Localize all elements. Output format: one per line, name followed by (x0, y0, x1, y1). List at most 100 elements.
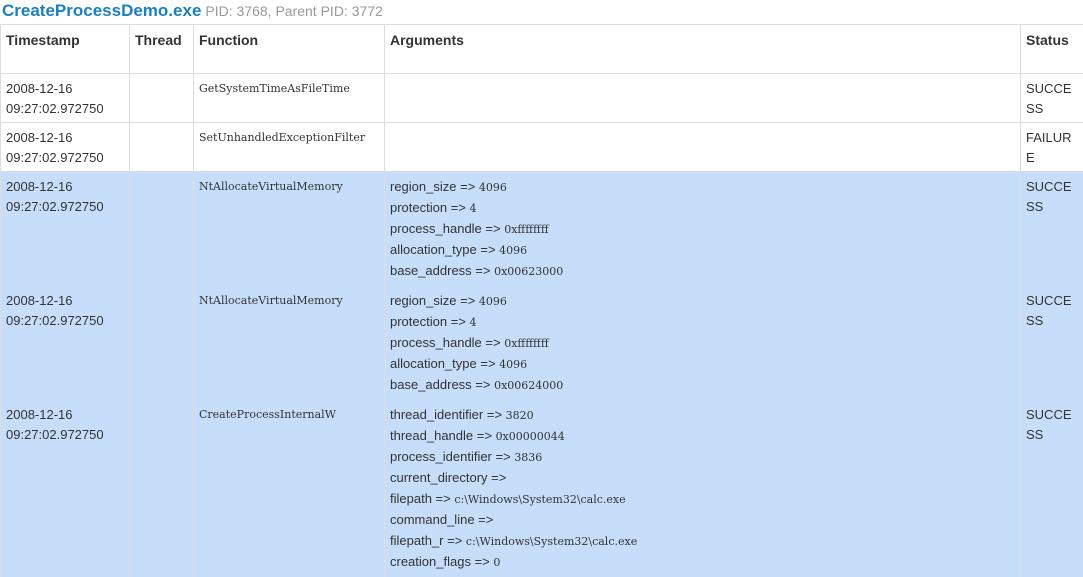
argument-value: 3820 (505, 409, 534, 422)
argument-line: process_handle => 0xffffffff (390, 333, 1015, 354)
process-header: CreateProcessDemo.exe PID: 3768, Parent P… (0, 0, 1083, 24)
argument-value: 0xffffffff (504, 337, 549, 350)
argument-key: current_directory (390, 470, 488, 485)
argument-line: protection => 4 (390, 198, 1015, 219)
column-header-status[interactable]: Status (1020, 24, 1083, 74)
function-cell: GetSystemTimeAsFileTime (193, 73, 385, 123)
timestamp-time: 09:27:02.972750 (6, 150, 104, 165)
argument-line: command_line => (390, 510, 1015, 531)
timestamp-cell: 2008-12-16 09:27:02.972750 (0, 171, 130, 286)
argument-arrow: => (476, 356, 500, 371)
timestamp-date: 2008-12-16 (6, 130, 73, 145)
thread-cell (129, 171, 194, 286)
argument-value: 4 (469, 202, 477, 215)
argument-value: 0x00000044 (495, 430, 565, 443)
argument-key: allocation_type (390, 356, 477, 371)
argument-line: thread_handle => 0x00000044 (390, 426, 1015, 447)
column-header-thread[interactable]: Thread (129, 24, 194, 74)
argument-line: base_address => 0x00624000 (390, 375, 1015, 396)
argument-arrow: => (481, 221, 505, 236)
status-cell: SUCCESS (1020, 285, 1083, 400)
timestamp-cell: 2008-12-16 09:27:02.972750 (0, 122, 130, 172)
function-cell: CreateProcessInternalW (193, 399, 385, 577)
timestamp-date: 2008-12-16 (6, 179, 73, 194)
argument-arrow: => (473, 428, 496, 443)
function-cell: NtAllocateVirtualMemory (193, 285, 385, 400)
argument-key: region_size (390, 293, 457, 308)
argument-arrow: => (491, 449, 515, 464)
argument-arrow: => (471, 377, 495, 392)
thread-cell (129, 285, 194, 400)
argument-line: creation_flags => 0 (390, 552, 1015, 573)
timestamp-time: 09:27:02.972750 (6, 313, 104, 328)
timestamp-cell: 2008-12-16 09:27:02.972750 (0, 399, 130, 577)
table-row[interactable]: 2008-12-16 09:27:02.972750 SetUnhandledExc… (0, 122, 1083, 172)
argument-line: process_handle => 0x00000048 (390, 573, 1015, 577)
argument-key: protection (390, 314, 448, 329)
argument-arrow: => (476, 242, 500, 257)
argument-key: filepath (390, 491, 432, 506)
timestamp-time: 09:27:02.972750 (6, 199, 104, 214)
argument-arrow: => (470, 554, 494, 569)
argument-line: allocation_type => 4096 (390, 240, 1015, 261)
argument-arrow: => (443, 533, 466, 548)
table-header-row: Timestamp Thread Function Arguments Stat… (0, 24, 1083, 74)
timestamp-time: 09:27:02.972750 (6, 427, 104, 442)
timestamp-time: 09:27:02.972750 (6, 101, 104, 116)
thread-cell (129, 399, 194, 577)
argument-value: 0xffffffff (504, 223, 549, 236)
argument-arrow: => (474, 512, 494, 527)
argument-key: process_handle (390, 335, 482, 350)
argument-arrow: => (456, 179, 479, 194)
argument-line: current_directory => (390, 468, 1015, 489)
argument-value: 4096 (499, 244, 528, 257)
thread-cell (129, 73, 194, 123)
status-cell: SUCCESS (1020, 73, 1083, 123)
process-name: CreateProcessDemo.exe (2, 1, 202, 20)
table-row[interactable]: 2008-12-16 09:27:02.972750 GetSystemTimeAs… (0, 73, 1083, 123)
argument-arrow: => (447, 200, 470, 215)
argument-arrow: => (487, 470, 507, 485)
argument-key: thread_identifier (390, 407, 484, 422)
function-cell: SetUnhandledExceptionFilter (193, 122, 385, 172)
argument-arrow: => (431, 491, 455, 506)
status-cell: SUCCESS (1020, 399, 1083, 577)
column-header-function[interactable]: Function (193, 24, 385, 74)
argument-arrow: => (483, 407, 506, 422)
argument-value: 4 (469, 316, 477, 329)
argument-key: filepath_r (390, 533, 444, 548)
thread-cell (129, 122, 194, 172)
argument-key: base_address (390, 377, 472, 392)
argument-key: thread_handle (390, 428, 474, 443)
arguments-cell (384, 73, 1021, 123)
argument-line: protection => 4 (390, 312, 1015, 333)
arguments-cell: region_size => 4096 protection => 4 proces… (384, 171, 1021, 286)
table-row[interactable]: 2008-12-16 09:27:02.972750 NtAllocateVirtu… (0, 171, 1083, 286)
timestamp-date: 2008-12-16 (6, 293, 73, 308)
argument-value: 0x00624000 (494, 379, 564, 392)
column-header-timestamp[interactable]: Timestamp (0, 24, 130, 74)
timestamp-cell: 2008-12-16 09:27:02.972750 (0, 73, 130, 123)
pid-info: PID: 3768, Parent PID: 3772 (205, 3, 383, 19)
argument-value: c:\Windows\System32\calc.exe (465, 535, 638, 548)
argument-value: c:\Windows\System32\calc.exe (454, 493, 626, 506)
table-row[interactable]: 2008-12-16 09:27:02.972750 CreateProcessIn… (0, 399, 1083, 577)
argument-line: allocation_type => 4096 (390, 354, 1015, 375)
argument-line: base_address => 0x00623000 (390, 261, 1015, 282)
argument-line: filepath => c:\Windows\System32\calc.exe (390, 489, 1015, 510)
argument-key: region_size (390, 179, 457, 194)
argument-key: base_address (390, 263, 472, 278)
argument-line: filepath_r => c:\Windows\System32\calc.e… (390, 531, 1015, 552)
argument-value: 0x00623000 (494, 265, 564, 278)
argument-line: process_handle => 0xffffffff (390, 219, 1015, 240)
table-row[interactable]: 2008-12-16 09:27:02.972750 NtAllocateVirtu… (0, 285, 1083, 400)
column-header-arguments[interactable]: Arguments (384, 24, 1021, 74)
argument-key: creation_flags (390, 554, 471, 569)
argument-value: 3836 (514, 451, 543, 464)
argument-value: 4096 (478, 181, 507, 194)
argument-key: allocation_type (390, 242, 477, 257)
argument-line: region_size => 4096 (390, 177, 1015, 198)
argument-line: thread_identifier => 3820 (390, 405, 1015, 426)
argument-value: 0 (493, 556, 501, 569)
argument-arrow: => (471, 263, 495, 278)
